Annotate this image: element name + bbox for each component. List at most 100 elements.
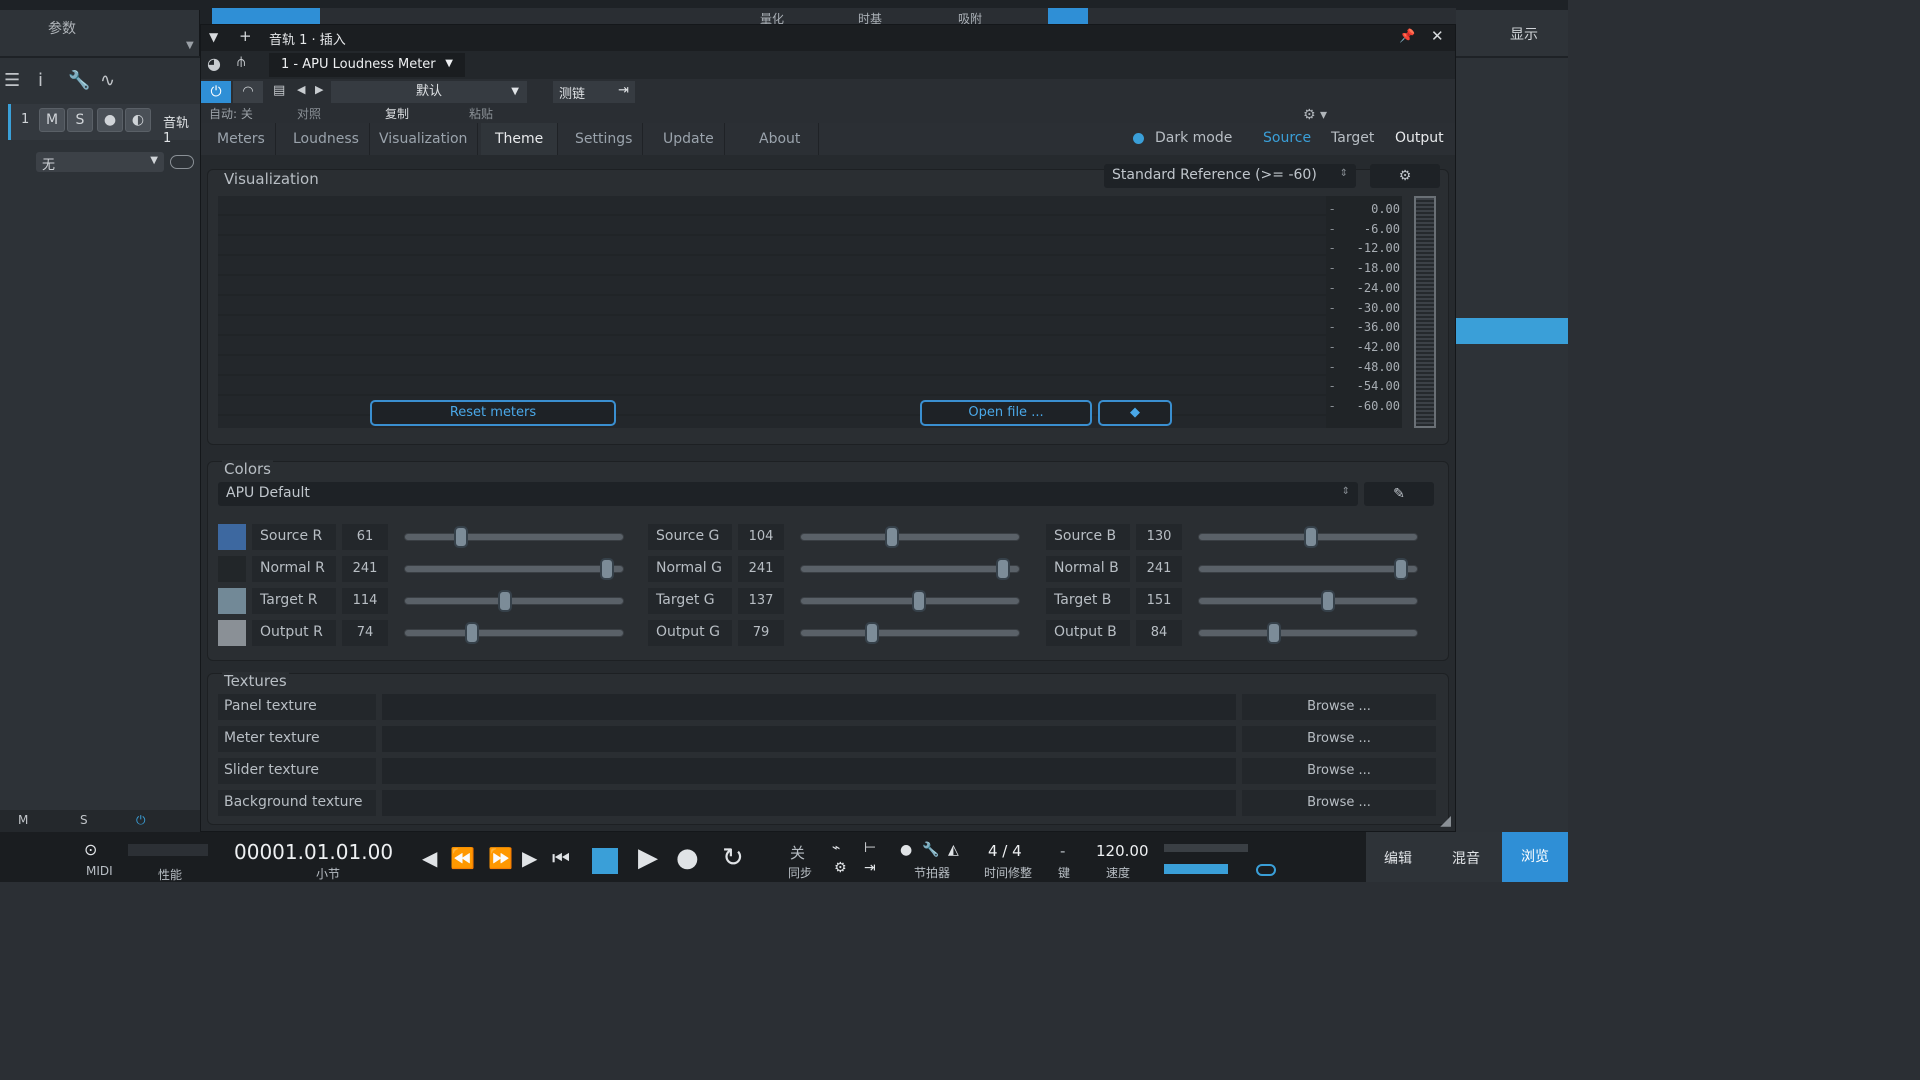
loop-button[interactable]: ↻	[722, 843, 744, 873]
rewind-icon[interactable]: ⏪	[450, 846, 475, 870]
reset-meters-button[interactable]: Reset meters	[370, 400, 616, 426]
sidechain-button[interactable]: 测链 ⇥	[553, 81, 635, 103]
copy-button[interactable]: 复制	[385, 105, 409, 122]
target-button[interactable]: Target	[1331, 130, 1374, 146]
color-slider-track[interactable]	[404, 590, 624, 612]
close-icon[interactable]: ✕	[1431, 27, 1444, 45]
position-unit[interactable]: 小节	[316, 865, 340, 882]
color-slider-track[interactable]	[800, 590, 1020, 612]
chevron-down-icon[interactable]: ▼	[209, 30, 218, 44]
metronome-icon[interactable]: ◭	[948, 842, 959, 858]
plugin-icon[interactable]: ◕	[207, 54, 221, 73]
browse-button[interactable]: Browse ...	[1242, 694, 1436, 720]
open-file-button[interactable]: Open file ...	[920, 400, 1092, 426]
dark-mode-radio[interactable]	[1133, 133, 1144, 144]
texture-path-field[interactable]	[382, 726, 1236, 752]
browse-view-button[interactable]: 浏览	[1502, 832, 1568, 882]
play-button[interactable]: ▶	[638, 843, 658, 873]
browse-button[interactable]: Browse ...	[1242, 758, 1436, 784]
color-channel-value[interactable]: 241	[1136, 556, 1182, 582]
color-slider-thumb[interactable]	[1320, 590, 1335, 612]
color-slider-track[interactable]	[800, 558, 1020, 580]
color-slider-thumb[interactable]	[497, 590, 512, 612]
mute-button[interactable]: M	[39, 108, 65, 132]
color-preset-select[interactable]: APU Default ⇕	[218, 482, 1358, 506]
source-button[interactable]: Source	[1263, 130, 1311, 146]
color-slider-track[interactable]	[404, 526, 624, 548]
edit-view-button[interactable]: 编辑	[1384, 848, 1412, 868]
track-name[interactable]: 音轨 1	[163, 112, 200, 146]
color-slider-thumb[interactable]	[864, 622, 879, 644]
info-icon[interactable]: i	[38, 70, 43, 91]
power-icon[interactable]: ⏻	[136, 813, 146, 828]
position-display[interactable]: 00001.01.01.00	[234, 840, 393, 864]
input-select[interactable]: 无 ▼	[36, 152, 164, 173]
color-channel-value[interactable]: 241	[738, 556, 784, 582]
punch-icon[interactable]: ⌁	[832, 840, 840, 856]
auto-label[interactable]: 自动: 关	[209, 105, 253, 122]
texture-path-field[interactable]	[382, 790, 1236, 816]
next-icon[interactable]: ▶	[315, 83, 323, 96]
solo-button[interactable]: S	[67, 108, 93, 132]
prev-icon[interactable]: ◀	[297, 83, 305, 96]
color-swatch[interactable]	[218, 620, 246, 646]
metronome-dot-icon[interactable]: ●	[900, 842, 912, 858]
color-slider-track[interactable]	[404, 622, 624, 644]
color-slider-track[interactable]	[800, 526, 1020, 548]
track-row[interactable]: 1 M S ● ◐ 音轨 1	[8, 104, 200, 146]
color-slider-thumb[interactable]	[995, 558, 1010, 580]
texture-path-field[interactable]	[382, 758, 1236, 784]
paste-button[interactable]: 粘贴	[469, 105, 493, 122]
pin-icon[interactable]: 📌	[1399, 29, 1415, 44]
fast-forward-icon[interactable]: ⏩	[488, 846, 513, 870]
monitor-button[interactable]: ◐	[125, 108, 151, 132]
tempo-value[interactable]: 120.00	[1096, 842, 1149, 860]
volume-slider[interactable]	[1164, 864, 1228, 874]
save-icon[interactable]: ▤	[273, 83, 285, 98]
color-channel-value[interactable]: 104	[738, 524, 784, 550]
next-marker-icon[interactable]: ▶	[522, 846, 537, 870]
chevron-down-icon[interactable]: ▼	[186, 40, 194, 51]
tab-update[interactable]: Update	[653, 123, 725, 155]
prev-marker-icon[interactable]: ◀	[422, 846, 437, 870]
color-channel-value[interactable]: 137	[738, 588, 784, 614]
color-slider-thumb[interactable]	[454, 526, 469, 548]
resize-grip-icon[interactable]: ◢	[1440, 813, 1451, 829]
record-arm-button[interactable]: ●	[97, 108, 123, 132]
color-channel-value[interactable]: 114	[342, 588, 388, 614]
marker-icon[interactable]: ⊢	[864, 840, 876, 856]
layers-icon[interactable]: ◆	[1098, 400, 1172, 426]
display-tab[interactable]: 显示	[1456, 10, 1568, 56]
dark-mode-label[interactable]: Dark mode	[1155, 130, 1232, 146]
metronome-settings-icon[interactable]: 🔧	[922, 842, 939, 858]
list-icon[interactable]: ☰	[4, 70, 20, 91]
plugin-select[interactable]: 1 - APU Loudness Meter ▼	[269, 53, 465, 77]
color-swatch[interactable]	[218, 524, 246, 550]
return-to-start-icon[interactable]: ⏮	[552, 846, 570, 870]
power-button[interactable]: ⏻	[201, 81, 231, 103]
record-button[interactable]: ●	[676, 843, 699, 873]
stop-button[interactable]	[592, 848, 618, 874]
sync-off[interactable]: 关	[790, 842, 805, 863]
browse-button[interactable]: Browse ...	[1242, 726, 1436, 752]
color-slider-thumb[interactable]	[912, 590, 927, 612]
color-slider-thumb[interactable]	[599, 558, 614, 580]
tab-theme[interactable]: Theme	[481, 123, 559, 155]
reference-select[interactable]: Standard Reference (>= -60) ⇕	[1104, 164, 1356, 188]
tab-about[interactable]: About	[741, 123, 820, 155]
tab-loudness[interactable]: Loudness	[283, 123, 370, 155]
color-channel-value[interactable]: 79	[738, 620, 784, 646]
color-slider-track[interactable]	[1198, 558, 1418, 580]
midi-icon[interactable]: ⊙	[84, 840, 97, 859]
global-mute[interactable]: M	[18, 813, 28, 827]
color-slider-track[interactable]	[1198, 526, 1418, 548]
tab-settings[interactable]: Settings	[565, 123, 644, 155]
color-channel-value[interactable]: 151	[1136, 588, 1182, 614]
color-channel-value[interactable]: 130	[1136, 524, 1182, 550]
compare-button[interactable]: 对照	[297, 105, 321, 122]
color-channel-value[interactable]: 61	[342, 524, 388, 550]
color-slider-track[interactable]	[1198, 622, 1418, 644]
color-slider-track[interactable]	[404, 558, 624, 580]
key-value[interactable]: -	[1060, 842, 1065, 860]
params-tab[interactable]: 参数 ▼	[0, 10, 200, 56]
